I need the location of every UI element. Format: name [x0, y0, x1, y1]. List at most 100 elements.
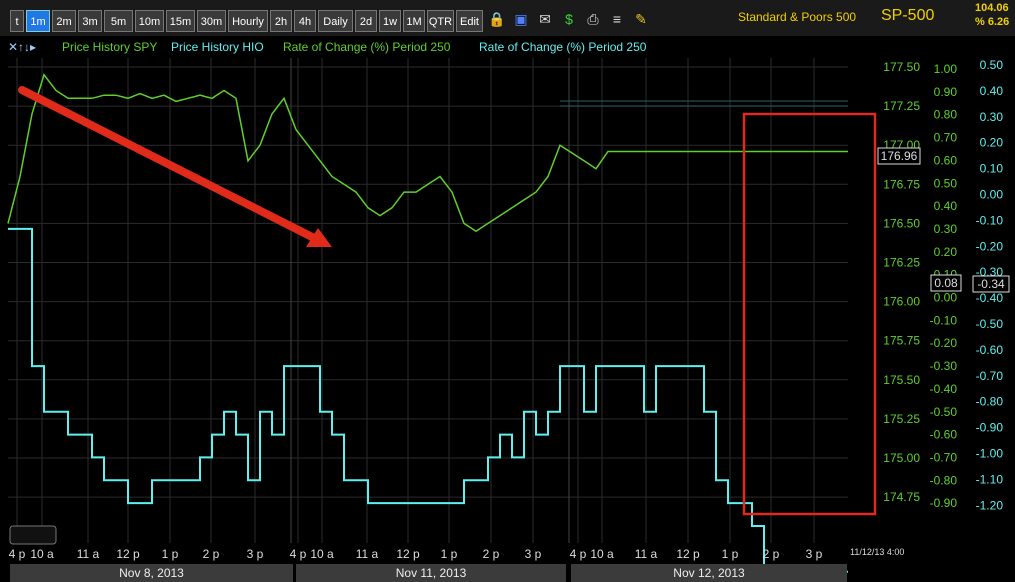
timeframe-5m-button[interactable]: 5m	[104, 10, 133, 32]
symbol-ticker: SP-500	[881, 7, 935, 24]
roc-spy-axis-tick-label: -0.90	[930, 496, 958, 510]
x-tick-label: 1 p	[722, 547, 739, 561]
price-axis-tick-label: 177.50	[883, 60, 920, 74]
roc-hio-axis-tick-label: -0.70	[976, 369, 1004, 383]
legend-item-hio[interactable]: Price History HIO	[171, 40, 264, 54]
x-tick-label: 2 p	[763, 547, 780, 561]
timeframe-hourly-button[interactable]: Hourly	[228, 10, 268, 32]
timeframe-2m-button[interactable]: 2m	[52, 10, 76, 32]
timeframe-10m-button[interactable]: 10m	[135, 10, 164, 32]
roc-hio-axis-tick-label: -0.50	[976, 317, 1004, 331]
date-label: Nov 11, 2013	[296, 564, 566, 582]
roc-spy-axis-tick-label: -0.10	[930, 313, 958, 327]
roc-hio-axis-tick-label: 0.00	[980, 188, 1004, 202]
dollar-icon[interactable]: $	[560, 10, 578, 28]
roc-hio-axis-tick-label: -0.20	[976, 239, 1004, 253]
roc-spy-axis-tick-label: -0.20	[930, 336, 958, 350]
roc-spy-axis-tick-label: 0.00	[934, 291, 958, 305]
roc-spy-axis-tick-label: -0.30	[930, 359, 958, 373]
scroll-handle[interactable]	[9, 525, 57, 545]
last-roc-spy-value: 0.08	[934, 276, 958, 290]
symbol-name: Standard & Poors 500	[738, 10, 857, 24]
timeframe-qtr-button[interactable]: QTR	[427, 10, 454, 32]
x-tick-label: 4 p	[9, 547, 26, 561]
roc-hio-axis-tick-label: 0.10	[980, 162, 1004, 176]
price-axis-tick-label: 174.75	[883, 490, 920, 504]
quote-percent: % 6.26	[975, 16, 1010, 28]
x-tick-label: 4 p	[570, 547, 587, 561]
plot-area	[8, 58, 848, 543]
x-tick-label: 3 p	[806, 547, 823, 561]
legend-item-roc-hio[interactable]: Rate of Change (%) Period 250	[479, 40, 646, 54]
x-tick-label: 4 p	[290, 547, 307, 561]
roc-hio-axis-tick-label: -0.60	[976, 343, 1004, 357]
roc-hio-axis-tick-label: 0.50	[980, 58, 1004, 72]
save-icon[interactable]: ▣	[512, 10, 530, 28]
price-axis-tick-label: 176.50	[883, 216, 920, 230]
timeframe-30m-button[interactable]: 30m	[197, 10, 226, 32]
price-axis-tick-label: 177.25	[883, 99, 920, 113]
roc-spy-axis-tick-label: -0.40	[930, 382, 958, 396]
roc-hio-axis-tick-label: -0.90	[976, 421, 1004, 435]
roc-hio-axis-tick-label: 0.40	[980, 84, 1004, 98]
lock-icon[interactable]: 🔒	[488, 10, 506, 28]
timeframe-1m-button[interactable]: 1m	[26, 10, 50, 32]
roc-spy-axis-tick-label: 0.30	[934, 222, 958, 236]
timestamp-label: 11/12/13 4:00	[850, 547, 904, 557]
price-axis-tick-label: 175.00	[883, 451, 920, 465]
roc-hio-axis-tick-label: -0.40	[976, 291, 1004, 305]
roc-hio-axis-tick-label: -0.10	[976, 213, 1004, 227]
quote-change: 104.06	[975, 2, 1009, 14]
timeframe-daily-button[interactable]: Daily	[318, 10, 353, 32]
x-tick-label: 3 p	[525, 547, 542, 561]
roc-hio-axis-tick-label: -0.80	[976, 395, 1004, 409]
roc-spy-axis-tick-label: 0.20	[934, 245, 958, 259]
roc-spy-axis-tick-label: 1.00	[934, 62, 958, 76]
date-label: Nov 12, 2013	[571, 564, 847, 582]
roc-hio-axis-tick-label: 0.20	[980, 136, 1004, 150]
timeframe-1m-button[interactable]: 1M	[403, 10, 425, 32]
timeframe-3m-button[interactable]: 3m	[78, 10, 102, 32]
x-tick-label: 10 a	[310, 547, 334, 561]
list-icon[interactable]: ≡	[608, 10, 626, 28]
legend-item-roc-spy[interactable]: Rate of Change (%) Period 250	[283, 40, 450, 54]
roc-spy-axis-tick-label: 0.80	[934, 108, 958, 122]
timeframe-2d-button[interactable]: 2d	[355, 10, 377, 32]
mail-icon[interactable]: ✉	[536, 10, 554, 28]
timeframe-2h-button[interactable]: 2h	[270, 10, 292, 32]
x-tick-label: 2 p	[203, 547, 220, 561]
date-bar: Nov 8, 2013 Nov 11, 2013 Nov 12, 2013	[0, 564, 1015, 582]
last-price-value: 176.96	[881, 149, 918, 163]
timeframe-15m-button[interactable]: 15m	[166, 10, 195, 32]
timeframe-t-button[interactable]: t	[10, 10, 24, 32]
pencil-icon[interactable]: ✎	[632, 10, 650, 28]
timeframe-edit-button[interactable]: Edit	[456, 10, 483, 32]
x-tick-label: 1 p	[441, 547, 458, 561]
print-icon[interactable]: ⎙	[584, 10, 602, 28]
roc-spy-axis-tick-label: 0.90	[934, 85, 958, 99]
legend-item-spy[interactable]: Price History SPY	[62, 40, 157, 54]
roc-hio-axis-tick-label: -1.10	[976, 472, 1004, 486]
x-tick-label: 11 a	[356, 547, 379, 561]
timeframe-1w-button[interactable]: 1w	[379, 10, 401, 32]
roc-hio-axis-tick-label: 0.30	[980, 110, 1004, 124]
x-tick-label: 12 p	[396, 547, 420, 561]
x-tick-label: 10 a	[30, 547, 54, 561]
price-axis-tick-label: 176.00	[883, 295, 920, 309]
x-tick-label: 12 p	[676, 547, 700, 561]
chart-grid	[8, 58, 848, 543]
roc-spy-axis-tick-label: 0.70	[934, 131, 958, 145]
x-tick-label: 10 a	[590, 547, 614, 561]
x-tick-label: 3 p	[247, 547, 264, 561]
x-tick-label: 12 p	[116, 547, 140, 561]
timeframe-4h-button[interactable]: 4h	[294, 10, 316, 32]
price-axis-tick-label: 175.25	[883, 412, 920, 426]
date-label: Nov 8, 2013	[10, 564, 293, 582]
price-axis-tick-label: 175.75	[883, 334, 920, 348]
x-tick-label: 2 p	[483, 547, 500, 561]
roc-spy-axis-tick-label: -0.80	[930, 473, 958, 487]
roc-spy-axis-tick-label: -0.60	[930, 428, 958, 442]
legend-controls[interactable]: ✕↑↓▸	[8, 40, 36, 54]
last-roc-hio-value: -0.34	[977, 277, 1005, 291]
roc-spy-axis-tick-label: 0.50	[934, 176, 958, 190]
